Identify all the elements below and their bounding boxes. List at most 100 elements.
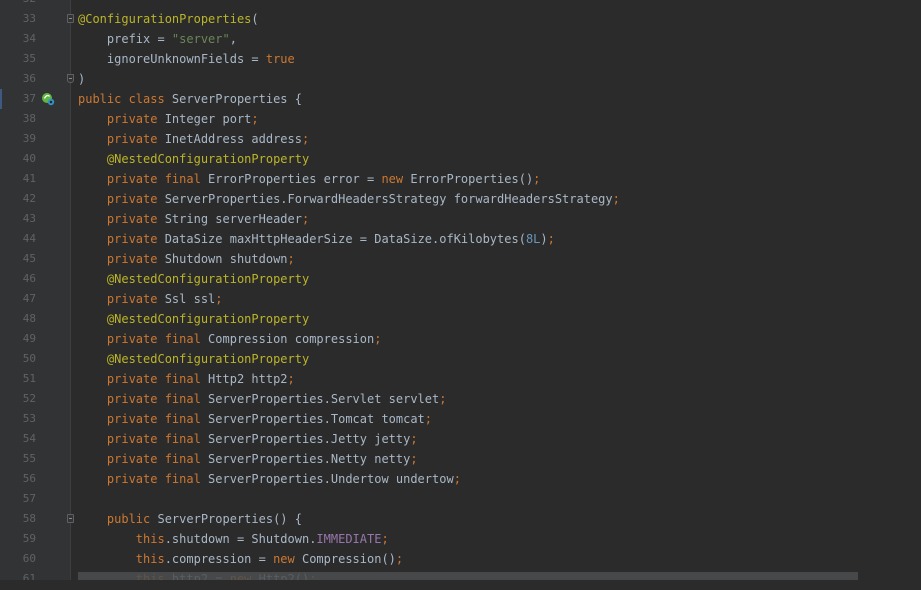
code-line[interactable]: 52 private final ServerProperties.Servle…	[0, 389, 921, 409]
code-text[interactable]: private Integer port;	[78, 109, 259, 129]
code-token: ignoreUnknownFields =	[78, 52, 266, 66]
code-text[interactable]: @NestedConfigurationProperty	[78, 149, 309, 169]
code-token: DataSize maxHttpHeaderSize = DataSize.of…	[164, 232, 526, 246]
code-line[interactable]: 51 private final Http2 http2;	[0, 369, 921, 389]
code-line[interactable]: 58 public ServerProperties() {	[0, 509, 921, 529]
code-token: ServerProperties.Tomcat tomcat	[208, 412, 425, 426]
code-token: private final	[78, 172, 209, 186]
fold-start-icon[interactable]	[67, 514, 74, 523]
code-token: ServerProperties.Netty netty	[208, 452, 411, 466]
code-text[interactable]: ignoreUnknownFields = true	[78, 49, 295, 69]
line-number: 52	[22, 392, 36, 405]
code-line[interactable]: 53 private final ServerProperties.Tomcat…	[0, 409, 921, 429]
code-line[interactable]: 36)	[0, 69, 921, 89]
code-line[interactable]: 34 prefix = "server",	[0, 29, 921, 49]
code-token: private	[78, 212, 165, 226]
code-token: private	[78, 232, 165, 246]
code-line[interactable]: 44 private DataSize maxHttpHeaderSize = …	[0, 229, 921, 249]
code-token: ServerProperties.Jetty jetty	[208, 432, 411, 446]
code-lines[interactable]: 3233@ConfigurationProperties(34 prefix =…	[0, 0, 921, 589]
code-text[interactable]: @NestedConfigurationProperty	[78, 269, 309, 289]
code-text[interactable]: private Ssl ssl;	[78, 289, 223, 309]
code-text[interactable]: )	[78, 69, 85, 89]
code-token: private	[78, 192, 165, 206]
code-text[interactable]: private Shutdown shutdown;	[78, 249, 295, 269]
horizontal-scrollbar[interactable]	[78, 572, 858, 580]
fold-end-icon[interactable]	[67, 74, 74, 83]
code-line[interactable]: 54 private final ServerProperties.Jetty …	[0, 429, 921, 449]
code-line[interactable]: 37 public class ServerProperties {	[0, 89, 921, 109]
code-text[interactable]: private InetAddress address;	[78, 129, 309, 149]
code-token: Http2 http2	[208, 372, 288, 386]
code-text[interactable]: public ServerProperties() {	[78, 509, 302, 529]
code-line[interactable]: 48 @NestedConfigurationProperty	[0, 309, 921, 329]
code-token: ;	[251, 112, 259, 126]
code-token: private final	[78, 332, 209, 346]
line-number: 39	[22, 132, 36, 145]
code-line[interactable]: 35 ignoreUnknownFields = true	[0, 49, 921, 69]
code-line[interactable]: 50 @NestedConfigurationProperty	[0, 349, 921, 369]
code-text[interactable]: private final ServerProperties.Netty net…	[78, 449, 418, 469]
code-line[interactable]: 60 this.compression = new Compression();	[0, 549, 921, 569]
code-line[interactable]: 41 private final ErrorProperties error =…	[0, 169, 921, 189]
line-number: 36	[22, 72, 36, 85]
code-text[interactable]: private final ServerProperties.Undertow …	[78, 469, 461, 489]
code-line[interactable]: 45 private Shutdown shutdown;	[0, 249, 921, 269]
code-line[interactable]: 42 private ServerProperties.ForwardHeade…	[0, 189, 921, 209]
code-text[interactable]: @NestedConfigurationProperty	[78, 309, 309, 329]
line-number: 54	[22, 432, 36, 445]
code-text[interactable]: private final ErrorProperties error = ne…	[78, 169, 541, 189]
code-text[interactable]: public class ServerProperties {	[78, 89, 302, 109]
code-editor[interactable]: 3233@ConfigurationProperties(34 prefix =…	[0, 0, 921, 590]
code-line[interactable]: 39 private InetAddress address;	[0, 129, 921, 149]
code-token: ;	[453, 472, 461, 486]
code-text[interactable]: private DataSize maxHttpHeaderSize = Dat…	[78, 229, 555, 249]
code-token: ServerProperties {	[171, 92, 302, 106]
code-text[interactable]: private final ServerProperties.Tomcat to…	[78, 409, 432, 429]
code-text[interactable]: this.shutdown = Shutdown.IMMEDIATE;	[78, 529, 389, 549]
fold-start-icon[interactable]	[67, 14, 74, 23]
code-line[interactable]: 47 private Ssl ssl;	[0, 289, 921, 309]
code-text[interactable]: private final ServerProperties.Jetty jet…	[78, 429, 418, 449]
code-line[interactable]: 55 private final ServerProperties.Netty …	[0, 449, 921, 469]
spring-bean-icon[interactable]	[41, 92, 55, 106]
code-text[interactable]: this.compression = new Compression();	[78, 549, 403, 569]
code-line[interactable]: 43 private String serverHeader;	[0, 209, 921, 229]
code-line[interactable]: 57	[0, 489, 921, 509]
editor-bottom-edge	[0, 580, 921, 590]
line-number: 43	[22, 212, 36, 225]
line-number: 34	[22, 32, 36, 45]
code-text[interactable]: @ConfigurationProperties(	[78, 9, 259, 29]
code-token: .shutdown = Shutdown.	[164, 532, 317, 546]
code-text[interactable]: private final Http2 http2;	[78, 369, 295, 389]
code-line[interactable]: 40 @NestedConfigurationProperty	[0, 149, 921, 169]
line-number: 58	[22, 512, 36, 525]
code-line[interactable]: 32	[0, 0, 921, 9]
code-line[interactable]: 33 @ConfigurationProperties(	[0, 9, 921, 29]
code-line[interactable]: 38 private Integer port;	[0, 109, 921, 129]
code-text[interactable]: private String serverHeader;	[78, 209, 309, 229]
code-text[interactable]: private final Compression compression;	[78, 329, 382, 349]
code-line[interactable]: 59 this.shutdown = Shutdown.IMMEDIATE;	[0, 529, 921, 549]
code-text[interactable]: private final ServerProperties.Servlet s…	[78, 389, 447, 409]
line-number: 32	[0, 0, 36, 9]
code-token: ServerProperties.Servlet servlet	[208, 392, 440, 406]
code-line[interactable]: 56 private final ServerProperties.Undert…	[0, 469, 921, 489]
line-number: 55	[22, 452, 36, 465]
code-line[interactable]: 46 @NestedConfigurationProperty	[0, 269, 921, 289]
code-token: Compression compression	[208, 332, 375, 346]
code-token: (	[251, 12, 259, 26]
code-token: private final	[78, 412, 209, 426]
code-token: ServerProperties.Undertow undertow	[208, 472, 454, 486]
line-number: 35	[22, 52, 36, 65]
code-text[interactable]: prefix = "server",	[78, 29, 237, 49]
code-text[interactable]: @NestedConfigurationProperty	[78, 349, 309, 369]
code-line[interactable]: 49 private final Compression compression…	[0, 329, 921, 349]
code-token: ;	[410, 432, 418, 446]
code-text[interactable]: private ServerProperties.ForwardHeadersS…	[78, 189, 620, 209]
code-token: public	[78, 512, 158, 526]
code-token: ;	[381, 532, 389, 546]
code-token: ;	[424, 412, 433, 426]
code-token: )	[78, 72, 86, 86]
code-token: ;	[301, 212, 310, 226]
